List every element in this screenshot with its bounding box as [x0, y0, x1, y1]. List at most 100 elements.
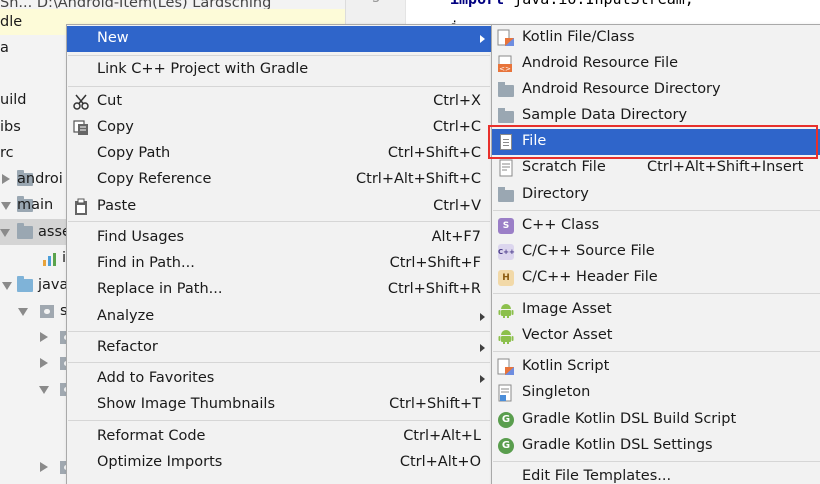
scratch-file-icon: [499, 159, 513, 177]
menu-item-label: Find in Path...: [97, 255, 195, 271]
collapse-arrow-icon[interactable]: [2, 282, 12, 290]
menu-separator: [68, 55, 490, 56]
context-menu: New Link C++ Project with Gradle Cut Ctr…: [66, 24, 492, 484]
menu-item-analyze[interactable]: Analyze: [67, 304, 491, 330]
submenu-separator: [493, 461, 820, 462]
menu-item-add-to-favorites[interactable]: Add to Favorites: [67, 366, 491, 392]
cpp-source-badge: C++: [498, 244, 515, 260]
menu-item-find-usages[interactable]: Find Usages Alt+F7: [67, 225, 491, 251]
submenu-item-cpp-class[interactable]: S C++ Class: [492, 213, 820, 239]
menu-item-show-image-thumbnails[interactable]: Show Image Thumbnails Ctrl+Shift+T: [67, 392, 491, 418]
menu-item-label: Analyze: [97, 308, 155, 324]
expand-arrow-icon[interactable]: [2, 174, 10, 184]
menu-item-paste[interactable]: Paste Ctrl+V: [67, 194, 491, 220]
singleton-icon: [498, 384, 512, 402]
submenu-item-vector-asset[interactable]: Vector Asset: [492, 323, 820, 349]
menu-separator: [68, 221, 490, 222]
submenu-item-android-resource-file[interactable]: <> Android Resource File: [492, 51, 820, 77]
submenu-item-cpp-header-file[interactable]: H C/C++ Header File: [492, 265, 820, 291]
menu-item-shortcut: Ctrl+V: [433, 198, 481, 214]
menu-item-shortcut: Ctrl+Shift+F: [389, 255, 481, 271]
menu-item-label: Optimize Imports: [97, 454, 223, 470]
gradle-icon: G: [497, 411, 515, 429]
submenu-item-image-asset[interactable]: Image Asset: [492, 297, 820, 323]
tree-label-text: androi: [17, 171, 63, 187]
submenu-item-singleton[interactable]: Singleton: [492, 380, 820, 406]
submenu-item-label: File: [522, 133, 547, 149]
menu-item-label: Copy Path: [97, 145, 171, 161]
gradle-icon: G: [497, 437, 515, 455]
copy-icon: [72, 119, 90, 137]
submenu-item-sample-data-directory[interactable]: Sample Data Directory: [492, 103, 820, 129]
menu-item-label: Add to Favorites: [97, 370, 215, 386]
menu-item-copy-reference[interactable]: Copy Reference Ctrl+Alt+Shift+C: [67, 167, 491, 193]
menu-item-label: Copy Reference: [97, 171, 212, 187]
tree-label: rc: [0, 145, 14, 161]
code-text: java.io.InputStream;: [504, 0, 694, 8]
menu-item-cut[interactable]: Cut Ctrl+X: [67, 89, 491, 115]
submenu-item-cpp-source-file[interactable]: C++ C/C++ Source File: [492, 239, 820, 265]
submenu-item-label: Directory: [522, 186, 589, 202]
folder-icon-shape: [498, 108, 514, 123]
expand-arrow-icon[interactable]: [40, 358, 48, 368]
collapse-arrow-icon[interactable]: [0, 229, 10, 237]
submenu-item-directory[interactable]: Directory: [492, 182, 820, 208]
expand-arrow-icon[interactable]: [40, 332, 48, 342]
menu-separator: [68, 362, 490, 363]
menu-item-shortcut: Ctrl+Shift+C: [387, 145, 481, 161]
file-icon: [497, 133, 515, 151]
menu-item-label: Find Usages: [97, 229, 185, 245]
menu-item-shortcut: Alt+F7: [431, 229, 481, 245]
submenu-item-gradle-settings[interactable]: G Gradle Kotlin DSL Settings: [492, 433, 820, 459]
menu-item-label: Paste: [97, 198, 137, 214]
menu-item-shortcut: Ctrl+X: [433, 93, 481, 109]
submenu-item-gradle-build-script[interactable]: G Gradle Kotlin DSL Build Script: [492, 407, 820, 433]
menu-item-optimize-imports[interactable]: Optimize Imports Ctrl+Alt+O: [67, 450, 491, 476]
menu-item-copy-path[interactable]: Copy Path Ctrl+Shift+C: [67, 141, 491, 167]
code-keyword: import: [450, 0, 504, 8]
submenu-item-label: Gradle Kotlin DSL Build Script: [522, 411, 737, 427]
menu-item-label: Reformat Code: [97, 428, 206, 444]
package-icon: [40, 305, 54, 318]
tree-label: a: [0, 40, 9, 56]
submenu-item-label: C/C++ Header File: [522, 269, 658, 285]
collapse-arrow-icon[interactable]: [1, 202, 11, 210]
menu-item-new[interactable]: New: [67, 26, 491, 52]
menu-item-label: Cut: [97, 93, 122, 109]
submenu-item-scratch-file[interactable]: Scratch File Ctrl+Alt+Shift+Insert: [492, 155, 820, 181]
scissors-icon: [72, 93, 90, 111]
menu-item-label: Refactor: [97, 339, 158, 355]
submenu-item-label: C/C++ Source File: [522, 243, 655, 259]
collapse-arrow-icon[interactable]: [39, 386, 49, 394]
menu-item-label: Show Image Thumbnails: [97, 396, 276, 412]
submenu-item-label: Kotlin File/Class: [522, 29, 635, 45]
submenu-item-label: Image Asset: [522, 301, 612, 317]
tree-label: uild: [0, 92, 27, 108]
code-line: import java.io.InputStream;: [450, 0, 694, 8]
submenu-item-file[interactable]: File: [492, 129, 820, 155]
menu-item-reformat-code[interactable]: Reformat Code Ctrl+Alt+L: [67, 424, 491, 450]
submenu-item-label: Scratch File: [522, 159, 606, 175]
menu-separator: [68, 331, 490, 332]
tree-label: dle: [0, 14, 23, 30]
cpp-class-badge: S: [498, 218, 514, 234]
collapse-arrow-icon[interactable]: [18, 308, 28, 316]
menu-item-label: Copy: [97, 119, 134, 135]
submenu-item-kotlin-file-class[interactable]: Kotlin File/Class: [492, 25, 820, 51]
submenu-item-kotlin-script[interactable]: Kotlin Script: [492, 354, 820, 380]
submenu-item-android-resource-directory[interactable]: Android Resource Directory: [492, 77, 820, 103]
menu-item-find-in-path[interactable]: Find in Path... Ctrl+Shift+F: [67, 251, 491, 277]
menu-item-link-cpp-project[interactable]: Link C++ Project with Gradle: [67, 57, 491, 83]
submenu-item-edit-file-templates[interactable]: Edit File Templates...: [492, 464, 820, 484]
expand-arrow-icon[interactable]: [40, 462, 48, 472]
submenu-separator: [493, 351, 820, 352]
submenu-arrow-icon: [480, 35, 485, 43]
menu-item-replace-in-path[interactable]: Replace in Path... Ctrl+Shift+R: [67, 277, 491, 303]
folder-icon: [497, 107, 515, 125]
menu-item-copy[interactable]: Copy Ctrl+C: [67, 115, 491, 141]
gradle-badge: G: [498, 438, 514, 454]
submenu-item-label: Gradle Kotlin DSL Settings: [522, 437, 713, 453]
menu-item-refactor[interactable]: Refactor: [67, 335, 491, 361]
tree-label: ibs: [0, 119, 21, 135]
folder-icon: [17, 223, 33, 239]
